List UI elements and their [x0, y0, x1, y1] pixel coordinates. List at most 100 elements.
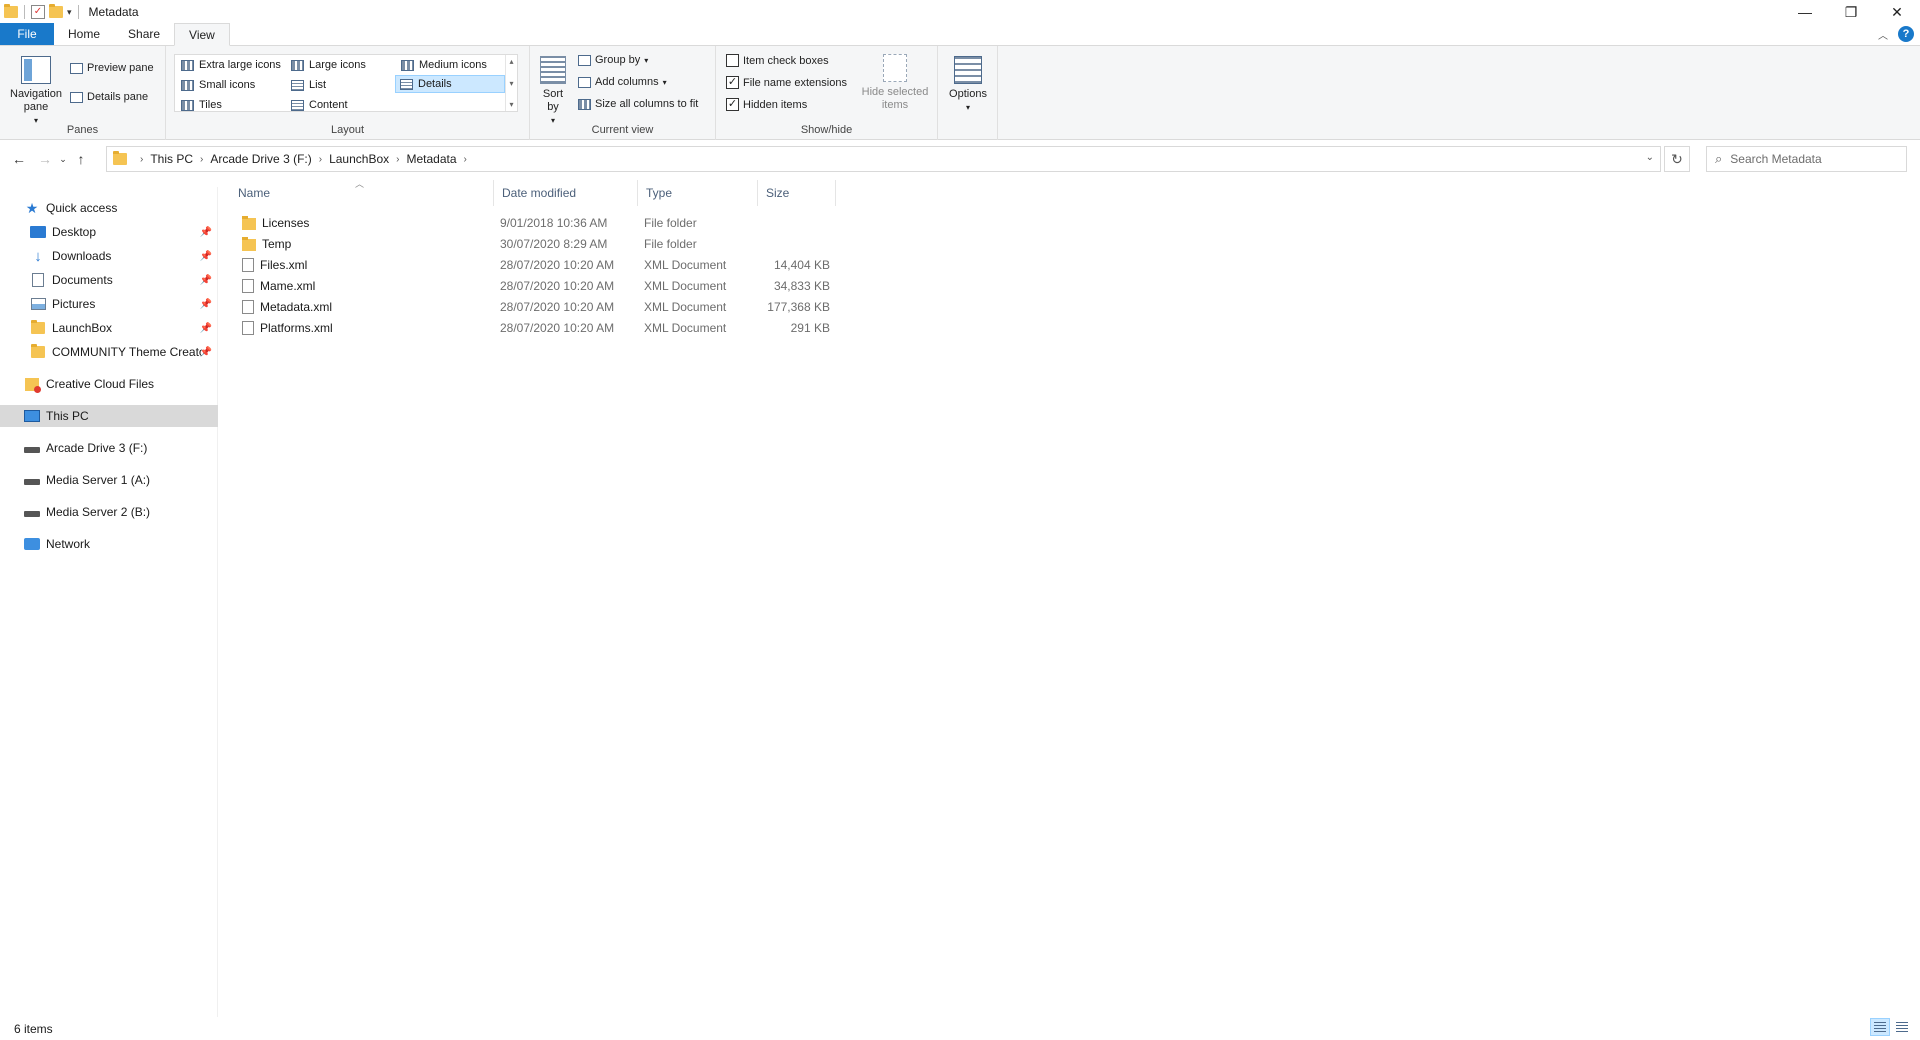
up-button[interactable]: ↑	[70, 148, 92, 170]
ribbon-right-controls: ︿ ?	[1878, 26, 1914, 42]
tab-file[interactable]: File	[0, 23, 54, 45]
tab-home[interactable]: Home	[54, 23, 114, 45]
sidebar-item-arcade-drive[interactable]: Arcade Drive 3 (F:)	[0, 437, 218, 459]
address-bar[interactable]: › This PC › Arcade Drive 3 (F:) › Launch…	[106, 146, 1661, 172]
layout-medium-icons[interactable]: Medium icons	[397, 56, 491, 74]
customize-toolbar-icon[interactable]: ▾	[67, 7, 72, 18]
pin-icon[interactable]: 📌	[200, 227, 212, 238]
checkbox-unchecked[interactable]	[726, 54, 739, 67]
navigation-pane: ★ Quick access Desktop 📌 ↓ Downloads 📌 D…	[0, 187, 218, 1017]
tab-view[interactable]: View	[174, 23, 230, 46]
pin-icon[interactable]: 📌	[200, 323, 212, 334]
layout-list[interactable]: List	[287, 76, 330, 94]
large-icons-view-button[interactable]	[1892, 1018, 1912, 1036]
table-row[interactable]: Temp 30/07/2020 8:29 AM File folder	[230, 233, 836, 254]
chevron-down-icon: ▾	[662, 77, 667, 87]
layout-large-icons[interactable]: Large icons	[287, 56, 370, 74]
table-row[interactable]: Files.xml 28/07/2020 10:20 AM XML Docume…	[230, 254, 836, 275]
chevron-down-icon: ▾	[644, 55, 649, 65]
chevron-down-icon[interactable]: ▾	[509, 79, 513, 88]
close-button[interactable]: ✕	[1874, 0, 1920, 24]
new-folder-icon[interactable]	[49, 4, 63, 18]
navigation-pane-button[interactable]: Navigation pane ▾	[6, 56, 66, 127]
forward-button[interactable]: →	[34, 148, 56, 170]
breadcrumb-item-arcade-drive[interactable]: Arcade Drive 3 (F:)	[210, 152, 311, 166]
breadcrumb-item-launchbox[interactable]: LaunchBox	[329, 152, 389, 166]
show-hide-group: Item check boxes ✓ File name extensions …	[716, 46, 938, 140]
checkbox-checked[interactable]: ✓	[726, 76, 739, 89]
collapse-ribbon-icon[interactable]: ︿	[1878, 27, 1888, 42]
sidebar-item-community-theme[interactable]: COMMUNITY Theme Creato 📌	[0, 341, 218, 363]
sidebar-item-downloads[interactable]: ↓ Downloads 📌	[0, 245, 218, 267]
column-header-size[interactable]: Size	[758, 180, 836, 206]
details-pane-button[interactable]: Details pane	[70, 91, 148, 103]
sidebar-item-network[interactable]: Network	[0, 533, 218, 555]
size-all-columns-button[interactable]: Size all columns to fit	[578, 98, 698, 110]
back-button[interactable]: ←	[8, 148, 30, 170]
sidebar-item-documents[interactable]: Documents 📌	[0, 269, 218, 291]
pin-icon[interactable]: 📌	[200, 251, 212, 262]
hide-selected-items-button[interactable]: Hide selected items	[858, 54, 932, 112]
sidebar-item-this-pc[interactable]: This PC	[0, 405, 218, 427]
properties-icon[interactable]: ✓	[31, 5, 45, 19]
search-box[interactable]: ⌕	[1706, 146, 1907, 172]
chevron-right-icon[interactable]: ›	[200, 154, 203, 165]
preview-pane-button[interactable]: Preview pane	[70, 62, 154, 74]
add-columns-button[interactable]: Add columns ▾	[578, 76, 667, 88]
sidebar-item-creative-cloud[interactable]: Creative Cloud Files	[0, 373, 218, 395]
details-view-button[interactable]	[1870, 1018, 1890, 1036]
layout-small-icons[interactable]: Small icons	[177, 76, 259, 94]
folder-icon	[113, 151, 127, 165]
expand-gallery-icon[interactable]: ▾	[509, 100, 513, 109]
options-button[interactable]: Options ▾	[942, 56, 994, 114]
network-icon	[24, 538, 40, 550]
layout-content[interactable]: Content	[287, 96, 352, 114]
breadcrumb: › This PC › Arcade Drive 3 (F:) › Launch…	[133, 152, 474, 166]
table-row[interactable]: Licenses 9/01/2018 10:36 AM File folder	[230, 212, 836, 233]
address-history-dropdown[interactable]: ⌄	[1646, 152, 1654, 163]
sort-by-button[interactable]: Sort by ▾	[536, 56, 570, 127]
sidebar-item-media-server-2[interactable]: Media Server 2 (B:)	[0, 501, 218, 523]
group-label-show-hide: Show/hide	[800, 124, 853, 136]
layout-extra-large-icons[interactable]: Extra large icons	[177, 56, 285, 74]
refresh-button[interactable]: ↻	[1664, 146, 1690, 172]
chevron-right-icon[interactable]: ›	[140, 154, 143, 165]
pin-icon[interactable]: 📌	[200, 347, 212, 358]
group-by-button[interactable]: Group by ▾	[578, 54, 648, 66]
sidebar-item-desktop[interactable]: Desktop 📌	[0, 221, 218, 243]
layout-details[interactable]: Details	[395, 75, 505, 93]
table-row[interactable]: Platforms.xml 28/07/2020 10:20 AM XML Do…	[230, 317, 836, 338]
pin-icon[interactable]: 📌	[200, 275, 212, 286]
table-row[interactable]: Metadata.xml 28/07/2020 10:20 AM XML Doc…	[230, 296, 836, 317]
chevron-right-icon[interactable]: ›	[319, 154, 322, 165]
search-input[interactable]	[1730, 152, 1891, 166]
chevron-right-icon[interactable]: ›	[396, 154, 399, 165]
breadcrumb-item-this-pc[interactable]: This PC	[150, 152, 193, 166]
minimize-button[interactable]: —	[1782, 0, 1828, 24]
checkbox-checked[interactable]: ✓	[726, 98, 739, 111]
help-icon[interactable]: ?	[1898, 26, 1914, 42]
chevron-right-icon[interactable]: ›	[464, 154, 467, 165]
chevron-up-icon[interactable]: ▴	[509, 57, 513, 66]
sidebar-item-pictures[interactable]: Pictures 📌	[0, 293, 218, 315]
column-header-type[interactable]: Type	[638, 180, 758, 206]
hidden-items-toggle[interactable]: ✓ Hidden items	[726, 98, 807, 111]
item-check-boxes-toggle[interactable]: Item check boxes	[726, 54, 829, 67]
recent-locations-button[interactable]: ⌄	[56, 148, 70, 170]
layout-gallery-scroll[interactable]: ▴ ▾ ▾	[505, 55, 517, 111]
restore-button[interactable]: ❐	[1828, 0, 1874, 24]
size-columns-icon	[578, 98, 591, 110]
sidebar-item-quick-access[interactable]: ★ Quick access	[0, 197, 218, 219]
tab-share[interactable]: Share	[114, 23, 174, 45]
sidebar-item-launchbox[interactable]: LaunchBox 📌	[0, 317, 218, 339]
view-toggles	[1870, 1018, 1912, 1036]
breadcrumb-item-metadata[interactable]: Metadata	[406, 152, 456, 166]
sidebar-item-media-server-1[interactable]: Media Server 1 (A:)	[0, 469, 218, 491]
table-row[interactable]: Mame.xml 28/07/2020 10:20 AM XML Documen…	[230, 275, 836, 296]
column-header-name[interactable]: ︿ Name	[230, 179, 494, 206]
pin-icon[interactable]: 📌	[200, 299, 212, 310]
xml-file-icon	[242, 299, 254, 314]
layout-tiles[interactable]: Tiles	[177, 96, 226, 114]
file-name-extensions-toggle[interactable]: ✓ File name extensions	[726, 76, 847, 89]
column-header-date-modified[interactable]: Date modified	[494, 180, 638, 206]
